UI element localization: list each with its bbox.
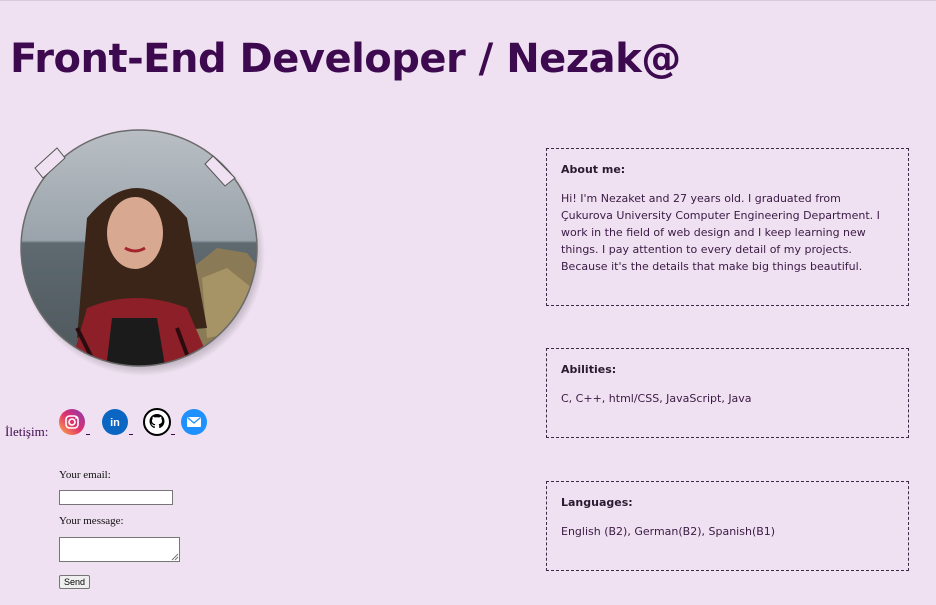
profile-avatar	[17, 128, 267, 378]
about-text: Hi! I'm Nezaket and 27 years old. I grad…	[561, 192, 880, 273]
email-icon	[181, 409, 207, 435]
instagram-icon	[59, 409, 85, 435]
about-heading: About me:	[561, 163, 626, 176]
message-label: Your message:	[59, 515, 124, 527]
abilities-text: C, C++, html/CSS, JavaScript, Java	[561, 392, 752, 405]
page-title: Front-End Developer / Nezak@	[10, 36, 681, 82]
message-field[interactable]	[59, 537, 180, 562]
link-underline	[86, 434, 90, 435]
about-box: About me: Hi! I'm Nezaket and 27 years o…	[546, 148, 909, 306]
email-link[interactable]	[180, 408, 208, 436]
languages-box: Languages: English (B2), German(B2), Spa…	[546, 481, 909, 571]
abilities-box: Abilities: C, C++, html/CSS, JavaScript,…	[546, 348, 909, 438]
languages-heading: Languages:	[561, 496, 633, 509]
resize-handle-icon[interactable]	[170, 552, 179, 561]
instagram-link[interactable]	[58, 408, 86, 436]
top-border	[0, 0, 936, 1]
github-icon	[143, 408, 171, 436]
svg-text:in: in	[110, 417, 120, 429]
email-field[interactable]	[59, 490, 173, 505]
linkedin-icon: in	[102, 409, 128, 435]
avatar-photo	[20, 129, 265, 376]
contact-label: İletişim:	[5, 424, 49, 439]
linkedin-link[interactable]: in	[101, 408, 129, 436]
abilities-heading: Abilities:	[561, 363, 617, 376]
github-link[interactable]	[143, 408, 171, 436]
languages-text: English (B2), German(B2), Spanish(B1)	[561, 525, 776, 538]
link-underline	[129, 434, 133, 435]
email-label: Your email:	[59, 469, 111, 481]
link-underline	[171, 434, 175, 435]
send-button[interactable]: Send	[59, 575, 90, 589]
